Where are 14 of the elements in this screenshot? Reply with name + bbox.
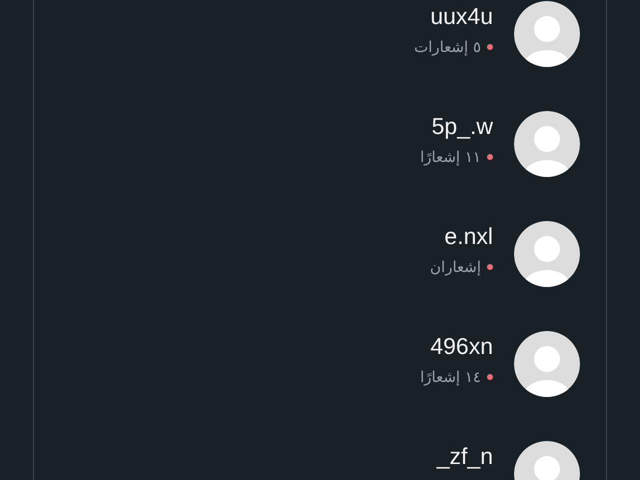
notification-count: ٥ إشعارات (414, 37, 481, 57)
avatar-icon (514, 221, 580, 287)
contact-name: uux4u (430, 3, 493, 29)
contact-row[interactable]: _zf_n (34, 419, 606, 480)
notification-count: ١٤ إشعارًا (420, 367, 481, 387)
contact-name: 496xn (430, 333, 493, 359)
notification-count: إشعاران (430, 257, 481, 277)
contact-name: e.nxl (444, 223, 493, 249)
notification-count: ١١ إشعارًا (420, 147, 481, 167)
avatar-icon (514, 1, 580, 67)
contact-name: 5p_.w (432, 113, 493, 139)
contact-name: _zf_n (436, 443, 493, 469)
avatar-icon (514, 331, 580, 397)
avatar-icon (514, 111, 580, 177)
